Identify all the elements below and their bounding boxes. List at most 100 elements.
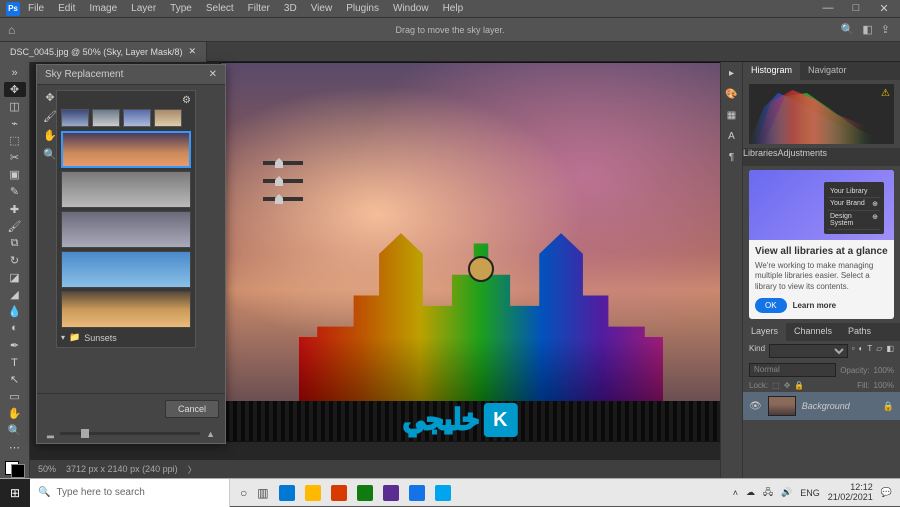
stamp-tool[interactable]: ⧉ [4, 236, 26, 251]
tab-channels[interactable]: Channels [786, 323, 840, 341]
tab-paths[interactable]: Paths [840, 323, 879, 341]
menu-file[interactable]: File [22, 1, 50, 16]
move-tool[interactable]: ✥ [4, 82, 26, 97]
window-minimize[interactable]: — [818, 2, 838, 15]
tab-adjustments[interactable]: Adjustments [778, 148, 828, 166]
tab-libraries[interactable]: Libraries [743, 148, 778, 166]
brightness-slider[interactable] [263, 197, 303, 201]
eraser-tool[interactable]: ◪ [4, 270, 26, 285]
libraries-ok-button[interactable]: OK [755, 298, 787, 313]
menu-type[interactable]: Type [164, 1, 198, 16]
visibility-icon[interactable]: 👁 [749, 401, 762, 412]
document-tab[interactable]: DSC_0045.jpg @ 50% (Sky, Layer Mask/8) ✕ [0, 42, 207, 62]
cloud-docs-icon[interactable]: ◧ [862, 23, 872, 36]
sky-preset-thumb-2[interactable] [92, 109, 120, 127]
sky-hand-tool[interactable]: ✋ [43, 129, 57, 142]
filter-smart-icon[interactable]: ◧ [886, 344, 894, 358]
lock-all-icon[interactable]: ⬚ [772, 381, 780, 390]
tab-navigator[interactable]: Navigator [800, 62, 855, 80]
frame-tool[interactable]: ▣ [4, 167, 26, 182]
gradient-tool[interactable]: ◢ [4, 287, 26, 302]
tab-histogram[interactable]: Histogram [743, 62, 800, 80]
tray-network-icon[interactable]: 🖧 [763, 485, 773, 501]
tray-clock[interactable]: 12:12 21/02/2021 [828, 483, 873, 503]
marquee-tool[interactable]: ◫ [4, 99, 26, 114]
task-view-icon[interactable]: ▥ [257, 486, 268, 500]
menu-plugins[interactable]: Plugins [340, 1, 385, 16]
cortana-icon[interactable]: ○ [240, 486, 247, 500]
menu-help[interactable]: Help [437, 1, 470, 16]
filter-pixel-icon[interactable]: ▫ [852, 344, 855, 358]
lasso-tool[interactable]: ⌁ [4, 116, 26, 131]
window-maximize[interactable]: □ [846, 2, 866, 15]
status-zoom[interactable]: 50% [38, 464, 56, 474]
sky-preset-sunset-1[interactable] [61, 131, 191, 168]
sky-preset-cloudy[interactable] [61, 211, 191, 248]
folder-chevron-icon[interactable]: ▾ [61, 333, 65, 342]
histogram-warning-icon[interactable]: ⚠ [881, 88, 890, 99]
sky-preset-thumb-4[interactable] [154, 109, 182, 127]
fade-edge-slider[interactable] [263, 179, 303, 183]
zoom-out-icon[interactable]: ▂ [47, 428, 54, 439]
selection-tool[interactable]: ⬚ [4, 133, 26, 148]
menu-layer[interactable]: Layer [125, 1, 162, 16]
paragraph-panel-icon[interactable]: ¶ [729, 152, 734, 163]
search-icon[interactable]: 🔍 [841, 23, 855, 36]
blur-tool[interactable]: 💧 [4, 304, 26, 319]
taskbar-edge-icon[interactable] [279, 485, 295, 501]
sky-move-tool[interactable]: ✥ [45, 91, 54, 104]
dodge-tool[interactable]: ◐ [4, 321, 26, 336]
zoom-tool[interactable]: 🔍 [4, 423, 26, 438]
tray-notifications-icon[interactable]: 💬 [881, 487, 892, 498]
tray-onedrive-icon[interactable]: ☁ [746, 487, 755, 498]
dialog-close-icon[interactable]: ✕ [209, 69, 217, 80]
sky-brush-tool[interactable]: 🖌 [43, 110, 57, 123]
sky-preset-sunset-2[interactable] [61, 291, 191, 328]
crop-tool[interactable]: ✂ [4, 150, 26, 165]
tab-layers[interactable]: Layers [743, 323, 786, 341]
shift-edge-slider[interactable] [263, 161, 303, 165]
dialog-titlebar[interactable]: Sky Replacement ✕ [37, 65, 225, 85]
tray-language[interactable]: ENG [800, 488, 820, 498]
shape-tool[interactable]: ▭ [4, 389, 26, 404]
libraries-learn-more-link[interactable]: Learn more [793, 301, 837, 310]
taskbar-app-icon-4[interactable] [435, 485, 451, 501]
filter-type-icon[interactable]: T [867, 344, 872, 358]
cancel-button[interactable]: Cancel [165, 400, 219, 418]
start-button[interactable]: ⊞ [0, 479, 30, 507]
healing-tool[interactable]: ✚ [4, 202, 26, 217]
type-tool[interactable]: T [4, 355, 26, 370]
color-panel-icon[interactable]: 🎨 [725, 89, 737, 100]
tray-chevron-icon[interactable]: ˄ [733, 488, 738, 498]
preset-settings-icon[interactable]: ⚙ [182, 95, 191, 106]
lock-position-icon[interactable]: ✥ [784, 381, 791, 390]
filter-adjust-icon[interactable]: ◐ [859, 344, 864, 358]
sky-preset-overcast[interactable] [61, 171, 191, 208]
taskbar-app-icon-3[interactable] [383, 485, 399, 501]
menu-image[interactable]: Image [83, 1, 123, 16]
layer-background[interactable]: 👁 Background 🔒 [743, 392, 900, 420]
zoom-slider[interactable] [60, 432, 200, 435]
sky-preset-blue[interactable] [61, 251, 191, 288]
character-panel-icon[interactable]: A [728, 131, 735, 142]
play-icon[interactable]: ▸ [729, 68, 734, 79]
home-icon[interactable]: ⌂ [8, 23, 15, 37]
taskbar-search[interactable]: 🔍 Type here to search [30, 479, 230, 507]
menu-3d[interactable]: 3D [278, 1, 303, 16]
swatches-panel-icon[interactable]: ▦ [727, 110, 736, 121]
filter-shape-icon[interactable]: ▱ [876, 344, 882, 358]
taskbar-photoshop-icon[interactable] [409, 485, 425, 501]
sky-preset-thumb-1[interactable] [61, 109, 89, 127]
menu-select[interactable]: Select [200, 1, 240, 16]
hand-tool[interactable]: ✋ [4, 406, 26, 421]
lock-icon[interactable]: 🔒 [883, 401, 894, 412]
history-brush-tool[interactable]: ↻ [4, 253, 26, 268]
opacity-value[interactable]: 100% [874, 366, 894, 375]
window-close[interactable]: ✕ [874, 2, 894, 15]
brush-tool[interactable]: 🖌 [4, 219, 26, 234]
menu-filter[interactable]: Filter [242, 1, 276, 16]
layer-filter-kind[interactable] [769, 344, 848, 358]
eyedropper-tool[interactable]: ✎ [4, 184, 26, 199]
menu-edit[interactable]: Edit [52, 1, 81, 16]
path-tool[interactable]: ↖ [4, 372, 26, 387]
